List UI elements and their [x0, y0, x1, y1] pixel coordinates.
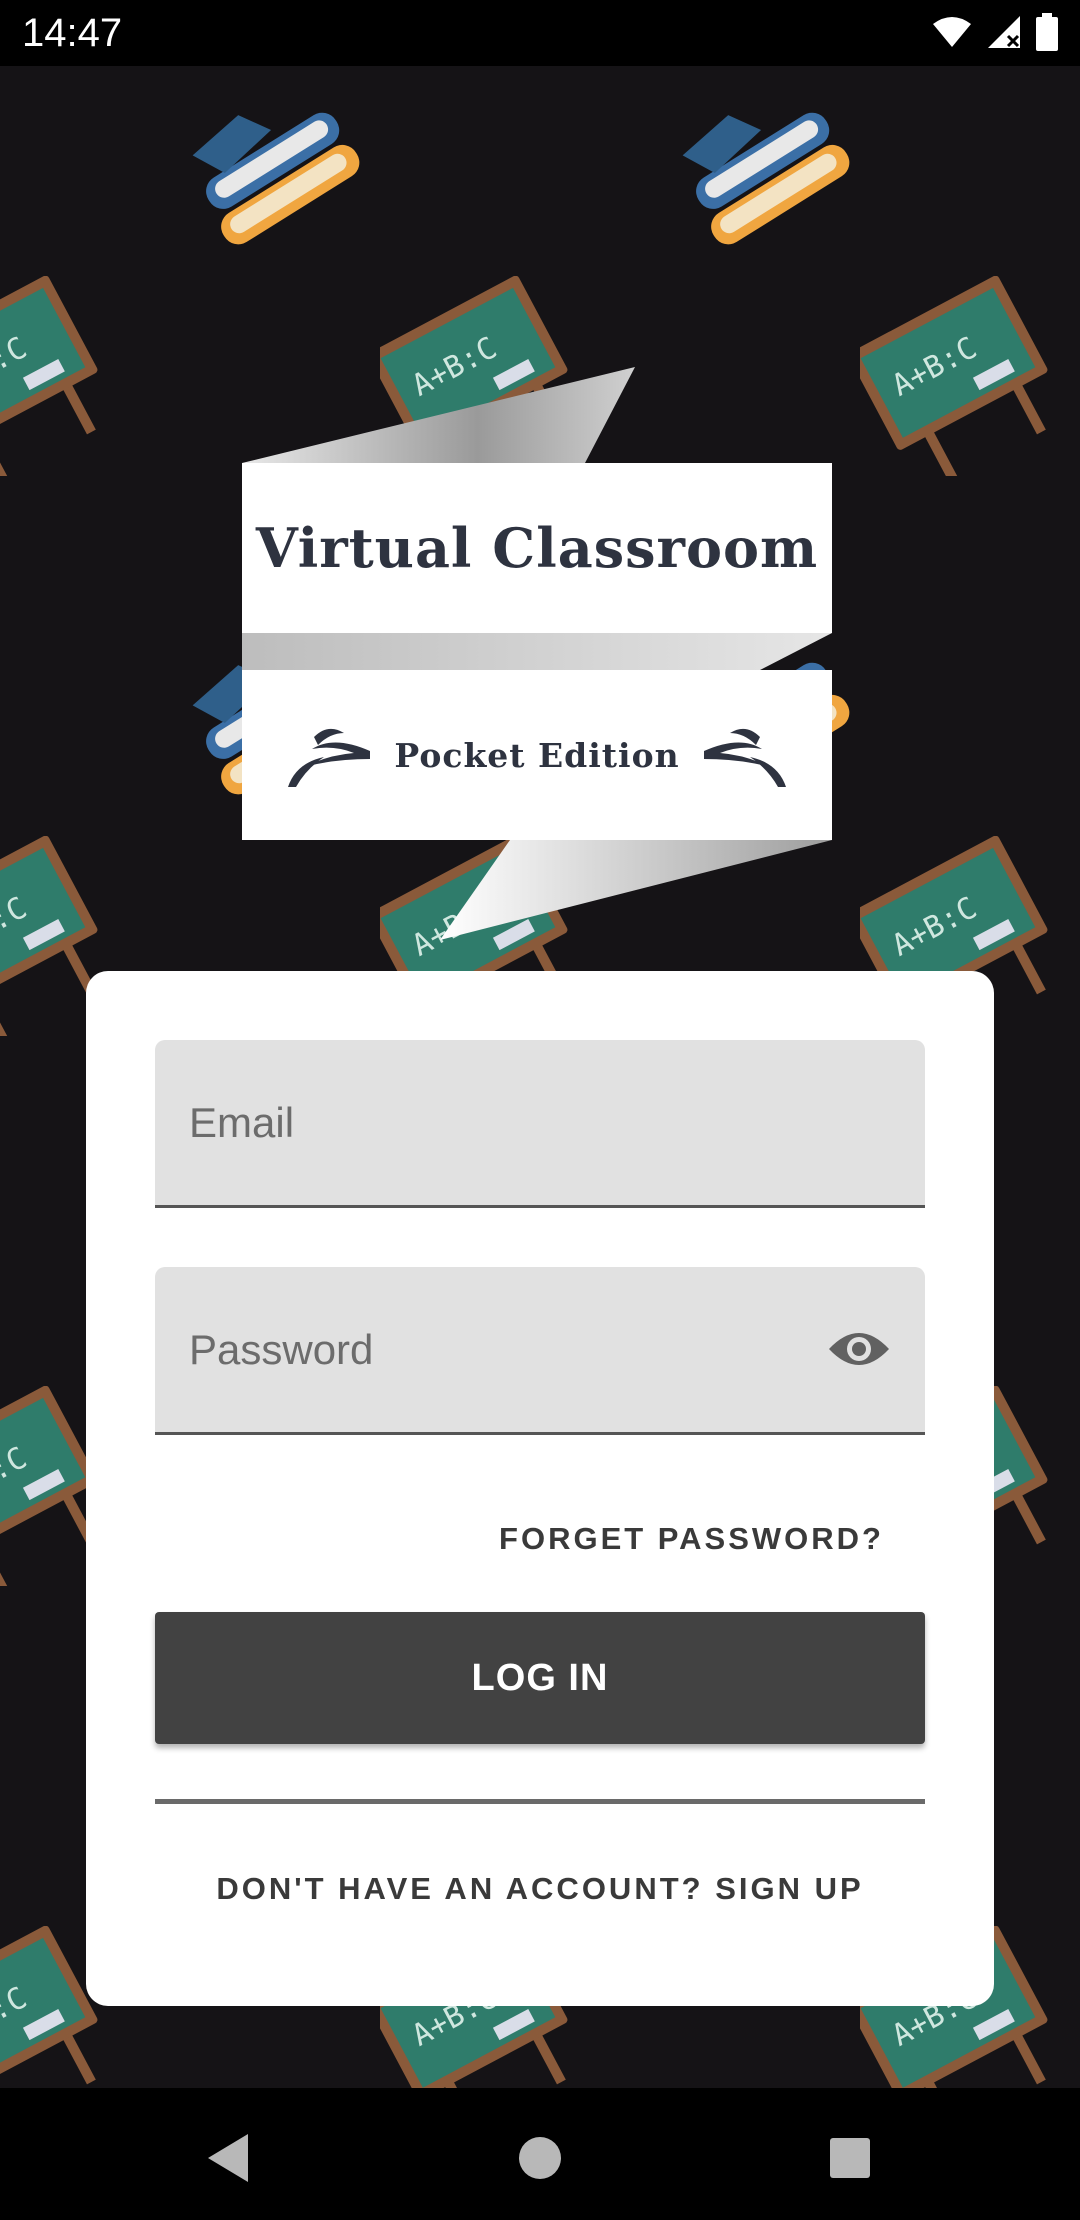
logo-ribbon [242, 367, 832, 940]
chalkboard-icon: A+B:C [0, 1385, 100, 1592]
back-icon[interactable] [200, 2128, 260, 2188]
password-input[interactable] [155, 1267, 925, 1432]
logo-title-banner: Virtual Classroom [242, 463, 832, 633]
book-stack-icon [170, 76, 370, 261]
signup-link[interactable]: DON'T HAVE AN ACCOUNT? SIGN UP [86, 1871, 994, 1907]
navigation-bar [0, 2088, 1080, 2220]
login-screen: 14:47 A+B:C A+B:C A+B:C A+B:C A+B:C A+B:C A+B:… [0, 0, 1080, 2220]
email-field [155, 1040, 925, 1208]
password-field [155, 1267, 925, 1435]
logo-subtitle-banner: Pocket Edition [242, 670, 832, 840]
login-card: FORGET PASSWORD? LOG IN DON'T HAVE AN AC… [86, 971, 994, 2006]
status-icons [932, 12, 1058, 52]
home-icon[interactable] [510, 2128, 570, 2188]
email-input[interactable] [155, 1040, 925, 1205]
battery-icon [1036, 13, 1058, 51]
status-time: 14:47 [22, 11, 123, 55]
divider [155, 1799, 925, 1804]
recents-icon[interactable] [820, 2128, 880, 2188]
chalkboard-icon: A+B:C [0, 835, 100, 1042]
book-stack-icon [660, 76, 860, 261]
chalkboard-icon: A+B:C [0, 275, 100, 482]
leaf-ornament-left-icon [288, 728, 371, 787]
status-bar: 14:47 [0, 0, 1080, 66]
logo-title: Virtual Classroom [255, 516, 819, 580]
eye-icon[interactable] [827, 1325, 891, 1373]
leaf-ornament-right-icon [703, 728, 786, 787]
logo-subtitle: Pocket Edition [394, 735, 680, 775]
forget-password-link[interactable]: FORGET PASSWORD? [499, 1521, 884, 1557]
chalkboard-icon: A+B:C [0, 1925, 100, 2088]
chalkboard-icon: A+B:C [848, 275, 1050, 482]
login-button[interactable]: LOG IN [155, 1612, 925, 1744]
app-logo: Virtual Classroom Pocket Edition [230, 360, 850, 940]
wifi-icon [933, 17, 971, 47]
cell-signal-icon [988, 16, 1020, 48]
